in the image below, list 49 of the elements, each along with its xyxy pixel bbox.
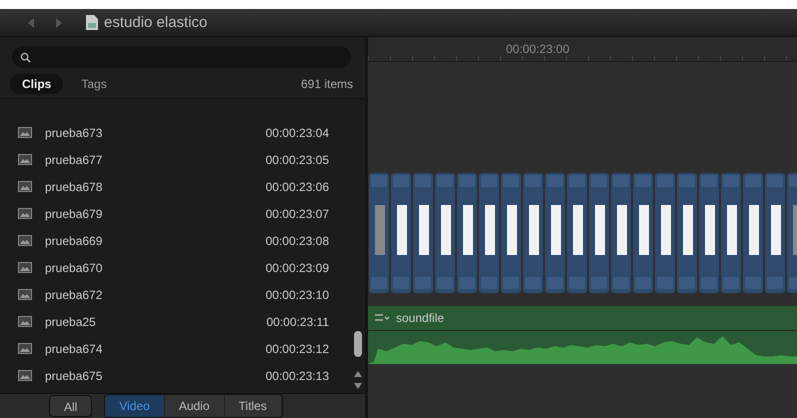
clip-name[interactable]: prueba673 [45,126,266,140]
image-clip-icon [18,208,32,219]
filter-button[interactable]: All [49,395,92,417]
clip-duration: 00:00:23:06 [266,180,329,194]
clip-duration: 00:00:23:09 [266,260,329,274]
audio-menu-icon [374,313,390,323]
clip-duration: 00:00:23:10 [266,288,329,302]
clip-name[interactable]: prueba678 [45,180,266,194]
scroll-down-icon[interactable] [354,383,362,389]
clip-name[interactable]: prueba679 [45,206,266,220]
timecode-label: 00:00:23:00 [506,42,570,56]
item-count: 691 items [300,77,353,91]
clip-duration: 00:00:23:04 [266,126,329,140]
image-clip-icon [18,154,32,165]
filter-button[interactable]: Audio [164,395,225,417]
image-clip-icon [18,316,32,327]
filter-button[interactable]: Titles [224,395,282,417]
clip-name[interactable]: prueba677 [45,152,266,166]
clip-name: soundfile [396,311,444,325]
clip-duration: 00:00:23:11 [266,314,329,328]
image-clip-icon [18,181,32,192]
document-icon [86,15,98,30]
audio-clip[interactable]: soundfile [368,306,797,364]
tab[interactable]: Clips [10,74,64,94]
clip-name[interactable]: prueba669 [45,234,266,248]
clip-duration: 00:00:23:08 [266,234,329,248]
search-icon [20,52,31,62]
search-field[interactable] [12,46,351,68]
clip-duration: 00:00:23:13 [266,368,329,382]
clip-name[interactable]: prueba675 [45,368,266,382]
image-clip-icon [18,127,32,138]
image-clip-icon [18,289,32,300]
tab[interactable]: Tags [69,74,119,94]
clip-name[interactable]: prueba670 [45,260,266,274]
clip-duration: 00:00:23:05 [266,152,329,166]
image-clip-icon [18,343,32,354]
clip-duration: 00:00:23:12 [266,342,329,356]
window-title: estudio elastico [104,14,208,31]
timeline-ruler[interactable]: 00:00:23:00 [368,37,797,62]
video-clip[interactable] [368,173,797,293]
clip-name[interactable]: prueba672 [45,288,266,302]
scrollbar-thumb[interactable] [354,331,362,357]
image-clip-icon [18,370,32,381]
image-clip-icon [18,262,32,273]
clip-duration: 00:00:23:07 [266,206,329,220]
image-clip-icon [18,235,32,246]
scroll-up-icon[interactable] [354,371,362,377]
clip-name[interactable]: prueba25 [45,314,266,328]
clip-name[interactable]: prueba674 [45,342,266,356]
